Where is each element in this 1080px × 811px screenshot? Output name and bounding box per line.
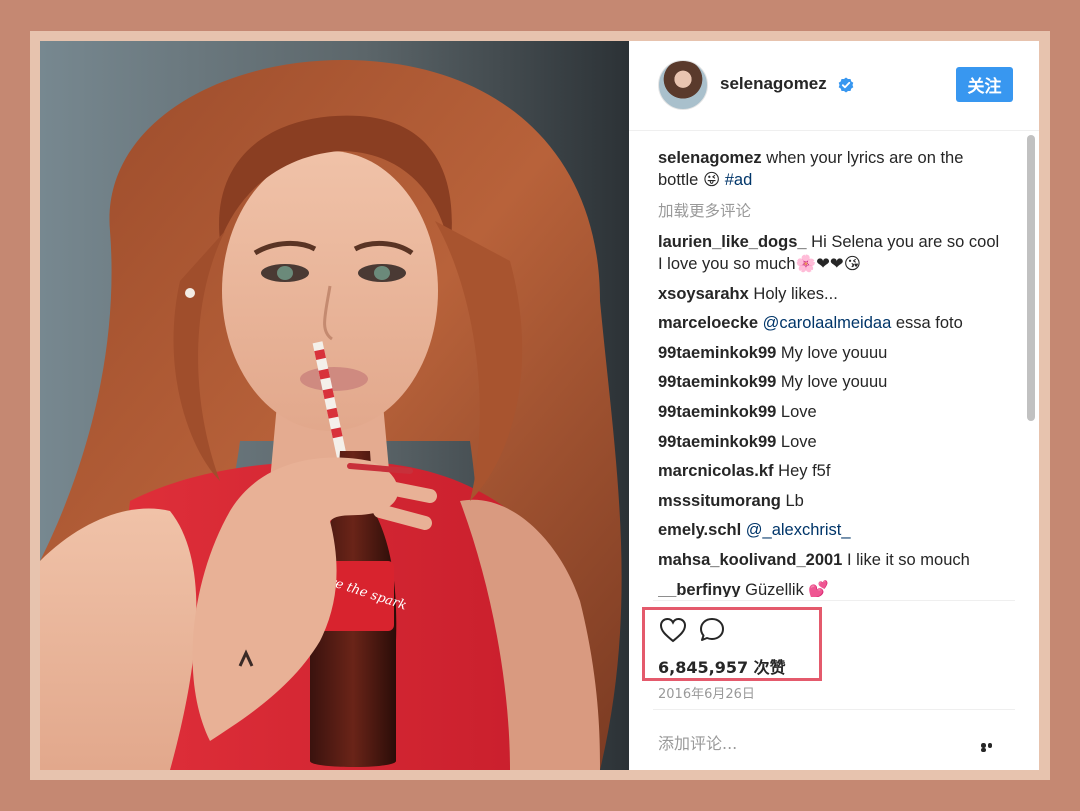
comment-text: Love — [780, 402, 817, 421]
comment-item: 99taeminkok99 Love — [658, 431, 1003, 453]
avatar[interactable] — [658, 60, 708, 110]
add-comment-input[interactable] — [658, 731, 968, 755]
comment-item: marcnicolas.kf Hey f5f — [658, 460, 1003, 482]
post-caption: selenagomez when your lyrics are on the … — [658, 147, 1003, 191]
comment-item: 99taeminkok99 My love youuu — [658, 342, 1003, 364]
post-date[interactable]: 2016年6月26日 — [658, 683, 755, 702]
comment-item: laurien_like_dogs_ Hi Selena you are so … — [658, 231, 1003, 275]
comment-text: My love youuu — [780, 373, 888, 392]
follow-button[interactable]: 关注 — [956, 67, 1013, 102]
divider — [653, 709, 1015, 710]
comment-username[interactable]: xsoysarahx — [658, 285, 749, 303]
comment-mention[interactable]: @carolaalmeidaa — [763, 314, 892, 332]
comment-item: __berfinyy Güzellik 💕 — [658, 579, 1003, 597]
more-options-icon[interactable] — [981, 743, 999, 752]
comment-item: msssitumorang Lb — [658, 490, 1003, 512]
comment-item: 99taeminkok99 Love — [658, 401, 1003, 423]
comment-username[interactable]: 99taeminkok99 — [658, 344, 776, 362]
caption-username[interactable]: selenagomez — [658, 149, 762, 167]
comment-mention[interactable]: @_alexchrist_ — [746, 521, 851, 539]
load-more-comments-link[interactable]: 加载更多评论 — [658, 200, 1003, 222]
comment-username[interactable]: emely.schl — [658, 521, 741, 539]
comment-username[interactable]: 99taeminkok99 — [658, 373, 776, 391]
comment-text: Hey f5f — [778, 462, 831, 481]
comment-text: Güzellik 💕 — [745, 580, 829, 597]
comment-item: 99taeminkok99 My love youuu — [658, 371, 1003, 393]
comment-username[interactable]: 99taeminkok99 — [658, 433, 776, 451]
comment-username[interactable]: 99taeminkok99 — [658, 403, 776, 421]
comment-item: mahsa_koolivand_2001 I like it so mouch — [658, 549, 1003, 571]
comment-text: Holy likes... — [753, 284, 838, 303]
header-username[interactable]: selenagomez — [720, 74, 827, 94]
comment-username[interactable]: marcnicolas.kf — [658, 462, 774, 480]
comment-item: xsoysarahx Holy likes... — [658, 283, 1003, 305]
verified-badge-icon — [838, 77, 854, 93]
photo-illustration: You're the spark — [40, 41, 629, 770]
divider — [653, 600, 1015, 601]
comment-text: essa foto — [895, 314, 963, 333]
post-card: You're the spark selenagomez 关注 selenago… — [40, 41, 1039, 770]
highlight-box — [642, 607, 822, 681]
comments-list: selenagomez when your lyrics are on the … — [658, 147, 1003, 597]
post-photo[interactable]: You're the spark — [40, 41, 629, 770]
comment-username[interactable]: marceloecke — [658, 314, 758, 332]
comment-text: My love youuu — [780, 343, 888, 362]
comment-username[interactable]: msssitumorang — [658, 492, 781, 510]
caption-hashtag[interactable]: #ad — [725, 171, 753, 189]
comment-username[interactable]: mahsa_koolivand_2001 — [658, 551, 842, 569]
comment-text: I like it so mouch — [846, 550, 970, 569]
post-header: selenagomez 关注 — [629, 41, 1039, 131]
comment-item: marceloecke @carolaalmeidaa essa foto — [658, 312, 1003, 334]
comment-username[interactable]: laurien_like_dogs_ — [658, 233, 807, 251]
comment-text: Lb — [785, 491, 804, 510]
comment-item: emely.schl @_alexchrist_ — [658, 519, 1003, 541]
comment-username[interactable]: __berfinyy — [658, 581, 741, 597]
post-detail-panel: selenagomez 关注 selenagomez when your lyr… — [629, 41, 1039, 770]
comment-text: Love — [780, 432, 817, 451]
comments-scrollbar[interactable] — [1027, 135, 1035, 421]
